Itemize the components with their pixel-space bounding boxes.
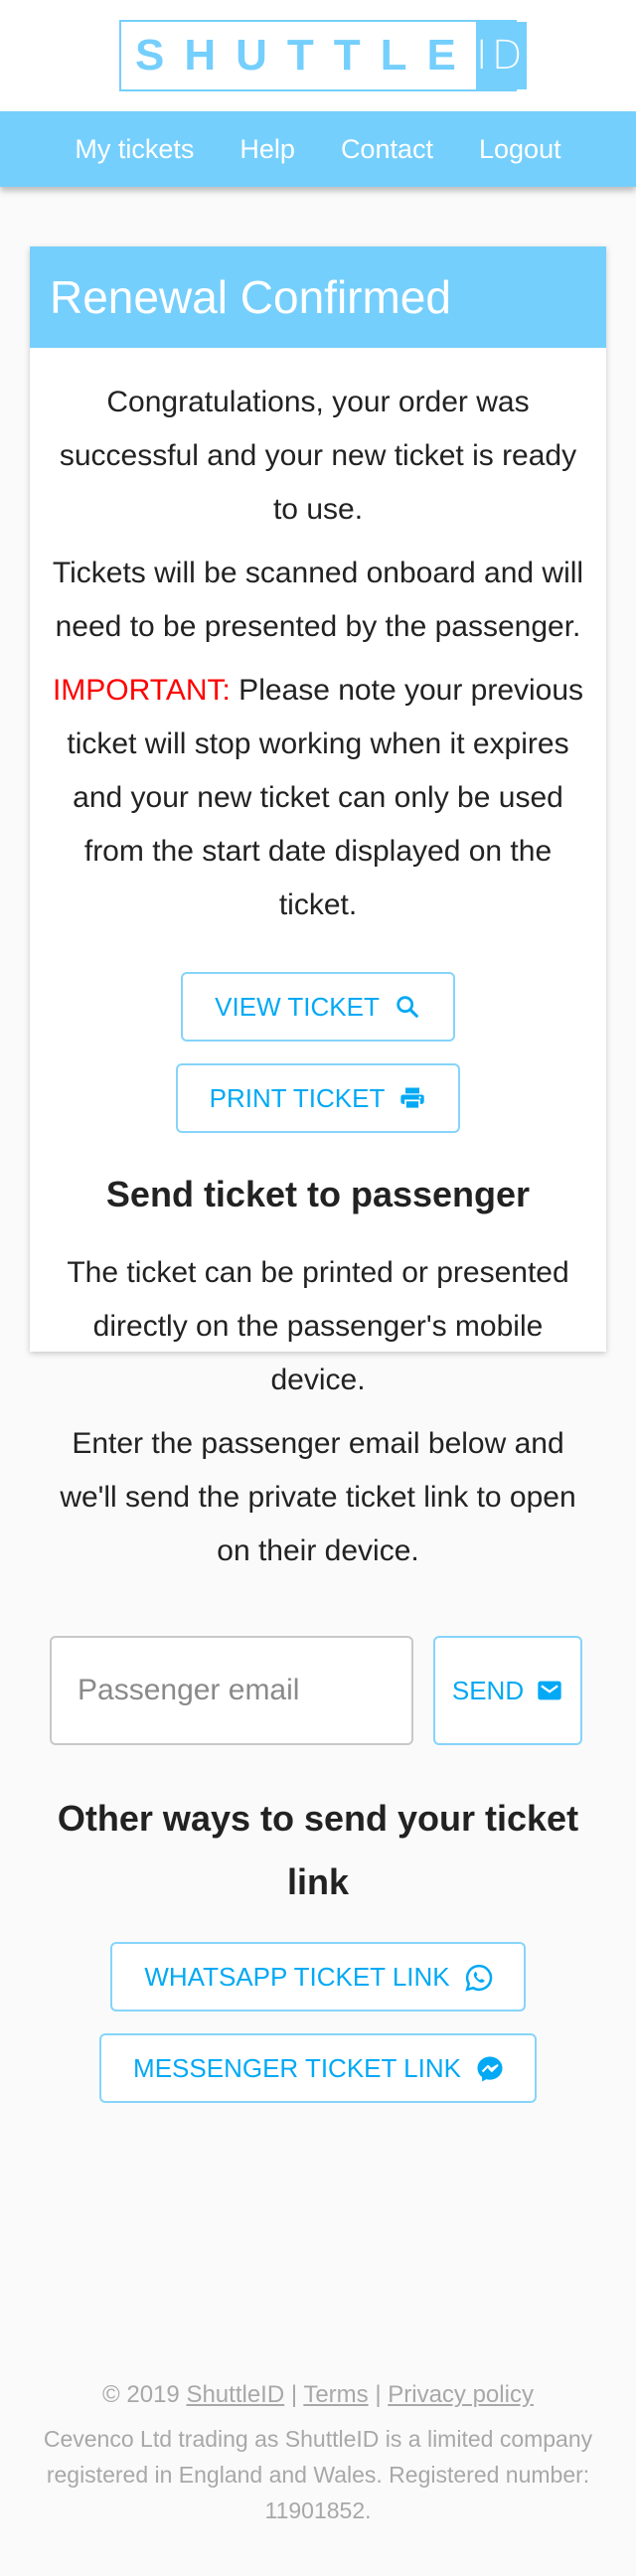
mail-icon: [536, 1677, 563, 1704]
logo-bar: SHUTTLE ID: [0, 0, 636, 111]
whatsapp-row: WHATSAPP TICKET LINK: [50, 1942, 586, 2012]
copyright: © 2019: [102, 2381, 180, 2408]
passenger-email-input[interactable]: [50, 1636, 413, 1745]
nav-logout[interactable]: Logout: [479, 134, 561, 165]
whatsapp-icon: [464, 1963, 492, 1992]
footer-link-privacy[interactable]: Privacy policy: [388, 2381, 534, 2408]
logo-id-text: ID: [475, 33, 527, 79]
footer-link-terms[interactable]: Terms: [303, 2381, 368, 2408]
send-para-1: The ticket can be printed or presented d…: [67, 1256, 569, 1396]
footer: © 2019 ShuttleID | Terms | Privacy polic…: [0, 2377, 636, 2528]
card-body: Congratulations, your order was successf…: [30, 348, 606, 2103]
nav-contact[interactable]: Contact: [341, 134, 433, 165]
scanned-text: Tickets will be scanned onboard and will…: [52, 557, 584, 643]
email-row: SEND: [50, 1636, 586, 1745]
messenger-icon: [475, 2054, 503, 2082]
search-icon: [394, 993, 421, 1021]
shuttleid-logo[interactable]: SHUTTLE ID: [119, 20, 527, 91]
important-label: IMPORTANT:: [52, 674, 231, 707]
important-notice: IMPORTANT: Please note your previous tic…: [50, 664, 586, 932]
page-title: Renewal Confirmed: [50, 271, 451, 323]
view-ticket-button[interactable]: VIEW TICKET: [181, 972, 455, 1042]
view-ticket-row: VIEW TICKET: [50, 972, 586, 1042]
whatsapp-link-button[interactable]: WHATSAPP TICKET LINK: [110, 1942, 526, 2012]
whatsapp-label: WHATSAPP TICKET LINK: [144, 1961, 450, 1992]
logo-id: ID: [475, 22, 527, 89]
footer-links-line: © 2019 ShuttleID | Terms | Privacy polic…: [0, 2377, 636, 2413]
messenger-link-button[interactable]: MESSENGER TICKET LINK: [99, 2033, 537, 2103]
other-ways-title: Other ways to send your ticket link: [57, 1798, 579, 1902]
print-ticket-label: PRINT TICKET: [209, 1082, 386, 1113]
important-text: Please note your previous ticket will st…: [67, 674, 584, 921]
send-button[interactable]: SEND: [433, 1636, 582, 1745]
nav-help[interactable]: Help: [239, 134, 295, 165]
print-ticket-row: PRINT TICKET: [50, 1063, 586, 1133]
nav-my-tickets[interactable]: My tickets: [75, 134, 194, 165]
send-section-title: Send ticket to passenger: [105, 1174, 531, 1214]
view-ticket-label: VIEW TICKET: [215, 991, 380, 1022]
card-header: Renewal Confirmed: [30, 246, 606, 348]
send-para-2: Enter the passenger email below and we'l…: [60, 1427, 576, 1567]
logo-word: SHUTTLE: [135, 31, 476, 80]
messenger-label: MESSENGER TICKET LINK: [133, 2052, 461, 2083]
main-nav: My tickets Help Contact Logout: [0, 111, 636, 187]
footer-link-shuttleid[interactable]: ShuttleID: [186, 2381, 284, 2408]
footer-legal-text: Cevenco Ltd trading as ShuttleID is a li…: [43, 2426, 593, 2523]
page: SHUTTLE ID My tickets Help Contact Logou…: [0, 0, 636, 2576]
footer-separator: |: [290, 2381, 298, 2408]
footer-separator: |: [375, 2381, 382, 2408]
print-ticket-button[interactable]: PRINT TICKET: [175, 1063, 461, 1133]
messenger-row: MESSENGER TICKET LINK: [50, 2033, 586, 2103]
renewal-card: Renewal Confirmed Congratulations, your …: [30, 246, 606, 2103]
congrats-text: Congratulations, your order was successf…: [59, 386, 577, 526]
printer-icon: [398, 1084, 426, 1112]
send-label: SEND: [451, 1675, 525, 1705]
